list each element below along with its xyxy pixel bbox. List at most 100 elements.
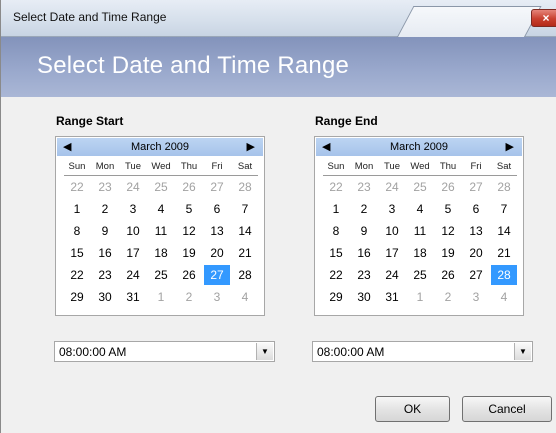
close-button[interactable]: × (531, 9, 556, 27)
chevron-down-icon[interactable]: ▼ (256, 343, 273, 360)
day-cell[interactable]: 2 (176, 287, 202, 307)
day-cell[interactable]: 31 (120, 287, 146, 307)
day-cell[interactable]: 1 (148, 287, 174, 307)
day-cell[interactable]: 2 (351, 199, 377, 219)
selected-day-cell[interactable]: 27 (204, 265, 230, 285)
next-month-icon[interactable]: ▶ (506, 140, 514, 153)
day-cell[interactable]: 24 (120, 177, 146, 197)
chevron-down-icon[interactable]: ▼ (514, 343, 531, 360)
next-month-icon[interactable]: ▶ (247, 140, 255, 153)
day-cell[interactable]: 30 (351, 287, 377, 307)
day-cell[interactable]: 16 (92, 243, 118, 263)
day-cell[interactable]: 13 (463, 221, 489, 241)
day-cell[interactable]: 5 (176, 199, 202, 219)
day-cell[interactable]: 4 (407, 199, 433, 219)
day-cell[interactable]: 24 (120, 265, 146, 285)
day-cell[interactable]: 14 (232, 221, 258, 241)
day-cell[interactable]: 22 (323, 265, 349, 285)
day-cell[interactable]: 31 (379, 287, 405, 307)
day-cell[interactable]: 7 (232, 199, 258, 219)
day-cell[interactable]: 27 (204, 177, 230, 197)
day-cell[interactable]: 26 (435, 177, 461, 197)
day-cell[interactable]: 22 (64, 177, 90, 197)
day-cell[interactable]: 22 (64, 265, 90, 285)
day-cell[interactable]: 3 (379, 199, 405, 219)
day-cell[interactable]: 11 (407, 221, 433, 241)
day-cell[interactable]: 12 (435, 221, 461, 241)
day-cell[interactable]: 17 (379, 243, 405, 263)
day-cell[interactable]: 3 (120, 199, 146, 219)
day-cell[interactable]: 15 (64, 243, 90, 263)
range-start-calendar: March 2009 ◀ ▶ Sun Mon Tue Wed Thu Fri S… (55, 136, 265, 316)
day-cell[interactable]: 25 (148, 265, 174, 285)
day-cell[interactable]: 24 (379, 177, 405, 197)
day-cell[interactable]: 18 (148, 243, 174, 263)
day-cell[interactable]: 23 (351, 265, 377, 285)
day-cell[interactable]: 9 (351, 221, 377, 241)
day-cell[interactable]: 26 (176, 265, 202, 285)
day-cell[interactable]: 29 (323, 287, 349, 307)
day-cell[interactable]: 6 (204, 199, 230, 219)
start-time-select[interactable]: 08:00:00 AM ▼ (54, 341, 275, 362)
day-cell[interactable]: 17 (120, 243, 146, 263)
day-cell[interactable]: 4 (232, 287, 258, 307)
day-cell[interactable]: 29 (64, 287, 90, 307)
day-cell[interactable]: 20 (463, 243, 489, 263)
prev-month-icon[interactable]: ◀ (322, 140, 330, 153)
weekday-label: Sun (68, 161, 86, 172)
day-cell[interactable]: 24 (379, 265, 405, 285)
day-cell[interactable]: 18 (407, 243, 433, 263)
day-cell[interactable]: 25 (407, 177, 433, 197)
day-cell[interactable]: 27 (463, 265, 489, 285)
day-cell[interactable]: 9 (92, 221, 118, 241)
day-cell[interactable]: 3 (204, 287, 230, 307)
day-cell[interactable]: 23 (92, 265, 118, 285)
weekday-header: Sun Mon Tue Wed Thu Fri Sat (323, 159, 517, 176)
day-cell[interactable]: 25 (407, 265, 433, 285)
day-cell[interactable]: 4 (148, 199, 174, 219)
ok-button[interactable]: OK (375, 396, 450, 422)
selected-day-cell[interactable]: 28 (491, 265, 517, 285)
day-cell[interactable]: 25 (148, 177, 174, 197)
day-cell[interactable]: 2 (92, 199, 118, 219)
day-cell[interactable]: 27 (463, 177, 489, 197)
day-cell[interactable]: 8 (323, 221, 349, 241)
day-cell[interactable]: 1 (323, 199, 349, 219)
day-cell[interactable]: 20 (204, 243, 230, 263)
header-title: Select Date and Time Range (37, 52, 350, 79)
day-cell[interactable]: 6 (463, 199, 489, 219)
day-cell[interactable]: 15 (323, 243, 349, 263)
day-cell[interactable]: 1 (64, 199, 90, 219)
day-cell[interactable]: 21 (232, 243, 258, 263)
day-cell[interactable]: 19 (435, 243, 461, 263)
day-cell[interactable]: 26 (435, 265, 461, 285)
day-cell[interactable]: 21 (491, 243, 517, 263)
day-cell[interactable]: 10 (379, 221, 405, 241)
day-cell[interactable]: 1 (407, 287, 433, 307)
cancel-button[interactable]: Cancel (462, 396, 552, 422)
day-cell[interactable]: 28 (491, 177, 517, 197)
title-bar: Select Date and Time Range × (1, 0, 556, 37)
day-cell[interactable]: 11 (148, 221, 174, 241)
prev-month-icon[interactable]: ◀ (63, 140, 71, 153)
day-cell[interactable]: 16 (351, 243, 377, 263)
day-cell[interactable]: 7 (491, 199, 517, 219)
day-cell[interactable]: 8 (64, 221, 90, 241)
day-cell[interactable]: 4 (491, 287, 517, 307)
day-cell[interactable]: 13 (204, 221, 230, 241)
end-time-select[interactable]: 08:00:00 AM ▼ (312, 341, 533, 362)
day-cell[interactable]: 19 (176, 243, 202, 263)
day-cell[interactable]: 22 (323, 177, 349, 197)
day-cell[interactable]: 23 (351, 177, 377, 197)
day-cell[interactable]: 10 (120, 221, 146, 241)
day-cell[interactable]: 23 (92, 177, 118, 197)
day-cell[interactable]: 28 (232, 265, 258, 285)
day-cell[interactable]: 3 (463, 287, 489, 307)
day-cell[interactable]: 28 (232, 177, 258, 197)
day-cell[interactable]: 2 (435, 287, 461, 307)
day-cell[interactable]: 14 (491, 221, 517, 241)
day-cell[interactable]: 26 (176, 177, 202, 197)
day-cell[interactable]: 12 (176, 221, 202, 241)
day-cell[interactable]: 5 (435, 199, 461, 219)
day-cell[interactable]: 30 (92, 287, 118, 307)
